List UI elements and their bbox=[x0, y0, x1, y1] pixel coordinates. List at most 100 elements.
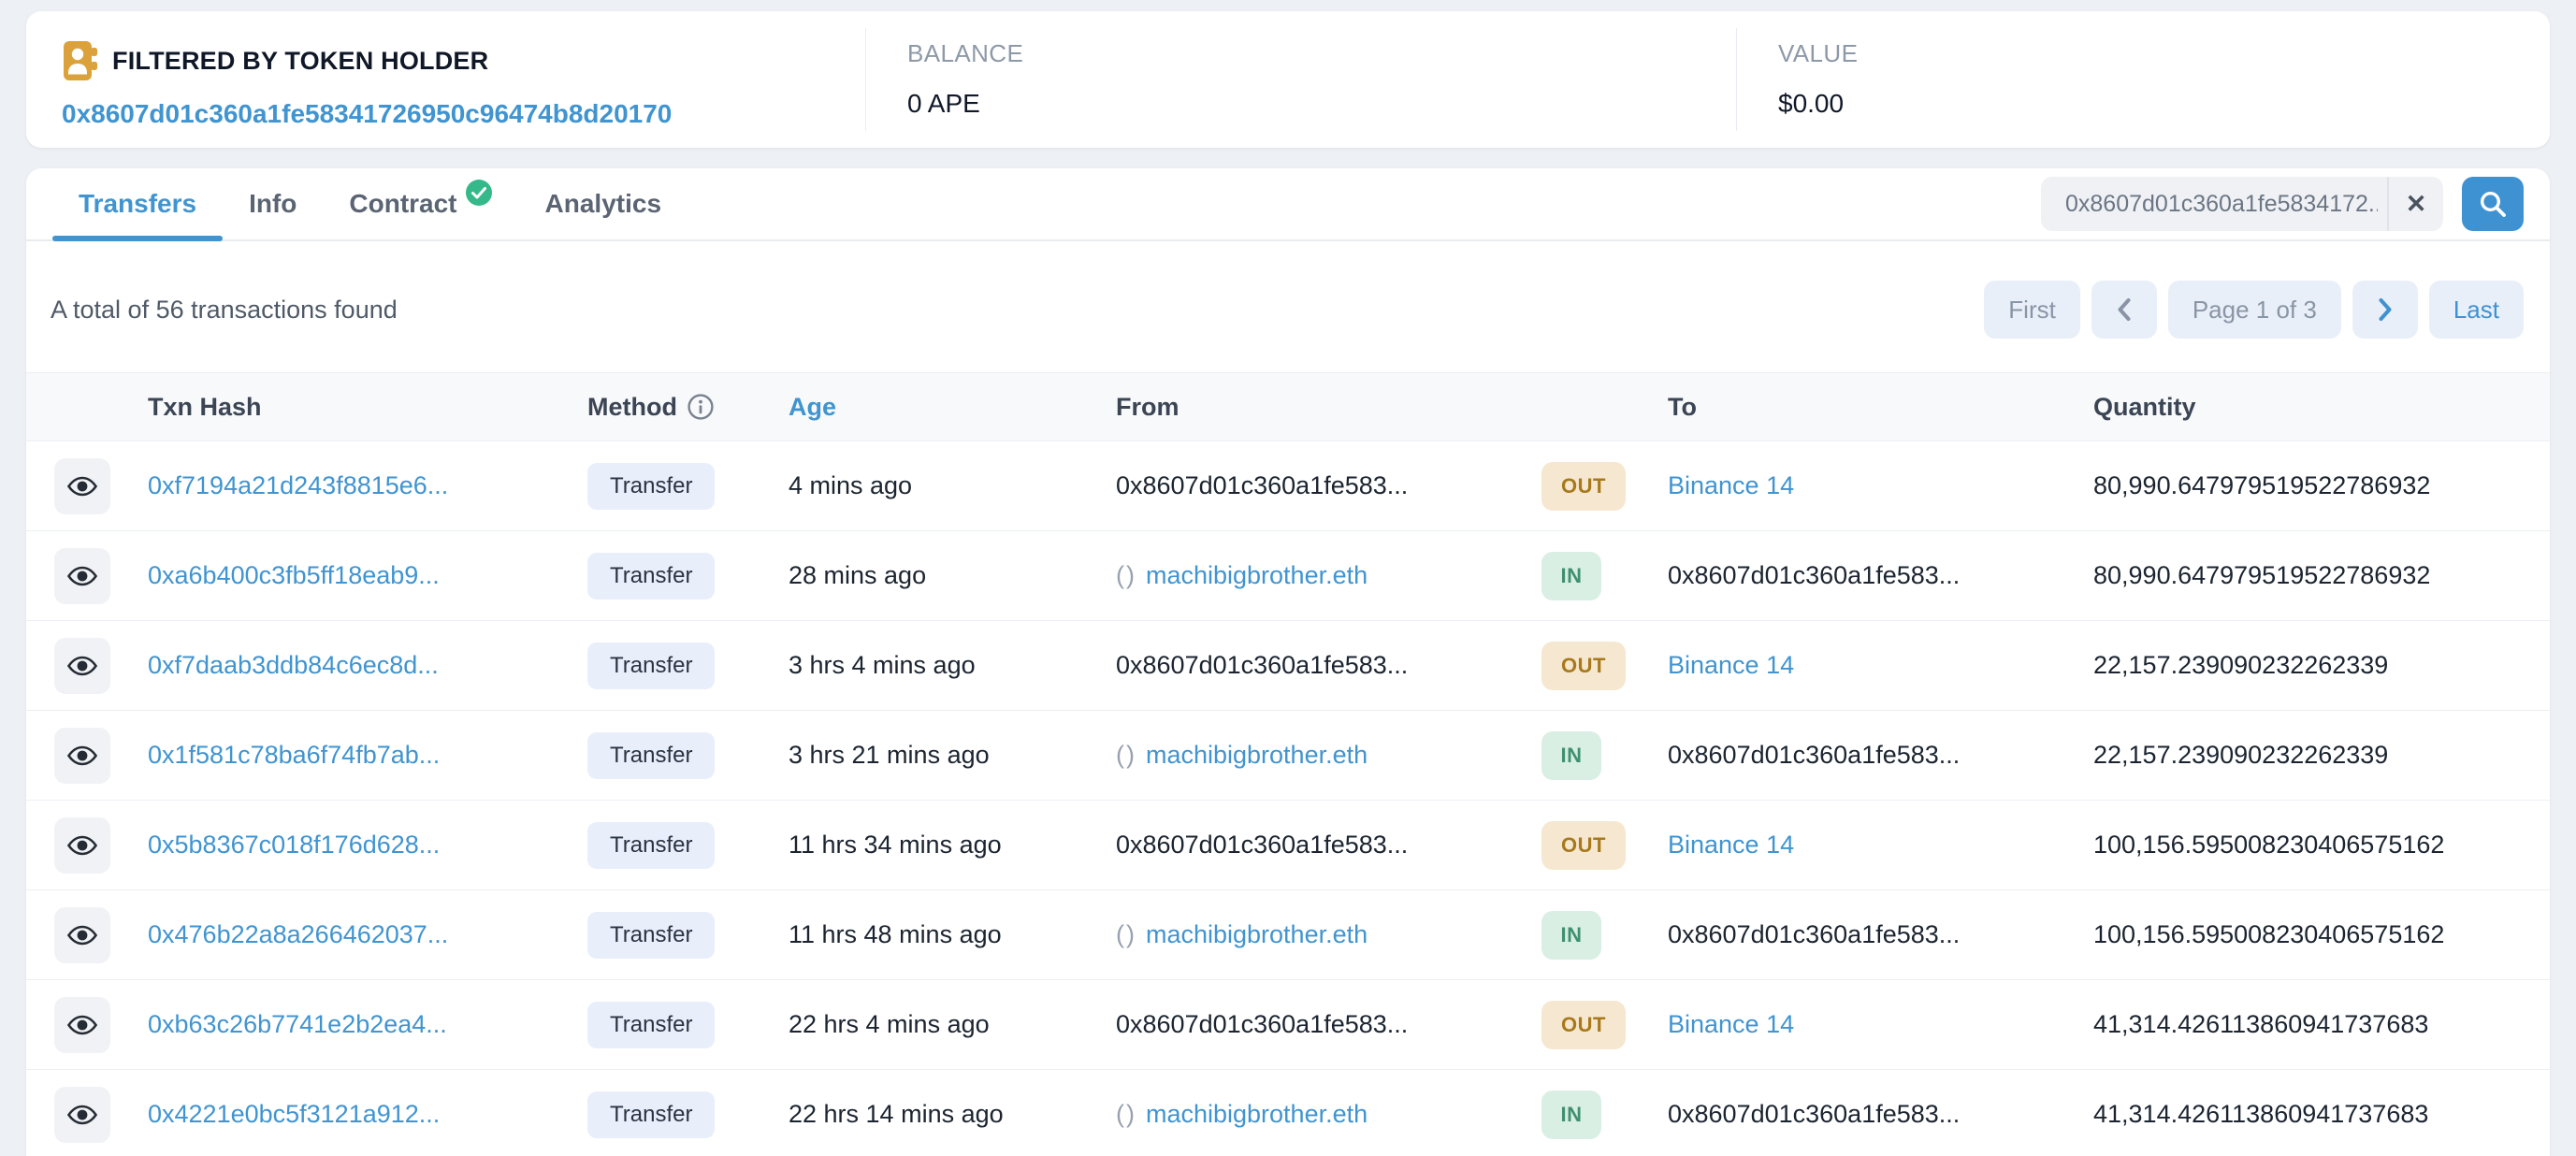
tab-info-label: Info bbox=[249, 189, 297, 219]
txn-hash-link[interactable]: 0xf7194a21d243f8815e6... bbox=[148, 471, 448, 499]
preview-transaction-button[interactable] bbox=[54, 997, 110, 1053]
age-cell: 22 hrs 4 mins ago bbox=[789, 1010, 1116, 1039]
balance-label: BALANCE bbox=[907, 39, 1736, 68]
preview-transaction-button[interactable] bbox=[54, 1087, 110, 1143]
to-address: 0x8607d01c360a1fe583... bbox=[1668, 561, 1960, 589]
preview-transaction-button[interactable] bbox=[54, 458, 110, 514]
txn-hash-link[interactable]: 0x4221e0bc5f3121a912... bbox=[148, 1100, 440, 1128]
txn-hash-link[interactable]: 0xf7daab3ddb84c6ec8d... bbox=[148, 651, 439, 679]
pagination-first-button: First bbox=[1984, 281, 2080, 339]
ens-icon: () bbox=[1116, 920, 1136, 949]
transfers-table: Txn Hash Method Age From To Quantity bbox=[26, 372, 2550, 1156]
preview-transaction-button[interactable] bbox=[54, 548, 110, 604]
token-holder-icon bbox=[62, 39, 99, 82]
filter-search-group: ✕ bbox=[2041, 177, 2524, 231]
age-sort-link[interactable]: Age bbox=[789, 393, 1116, 422]
direction-badge: OUT bbox=[1541, 821, 1626, 870]
from-address-link[interactable]: machibigbrother.eth bbox=[1146, 561, 1368, 590]
ens-icon: () bbox=[1116, 561, 1136, 590]
direction-badge: IN bbox=[1541, 731, 1601, 780]
age-cell: 4 mins ago bbox=[789, 471, 1116, 500]
eye-icon bbox=[67, 475, 97, 498]
txn-hash-link[interactable]: 0x5b8367c018f176d628... bbox=[148, 831, 440, 859]
chevron-right-icon bbox=[2375, 296, 2395, 324]
to-address: 0x8607d01c360a1fe583... bbox=[1668, 1100, 1960, 1128]
transactions-count: A total of 56 transactions found bbox=[51, 296, 398, 325]
preview-transaction-button[interactable] bbox=[54, 817, 110, 874]
txn-hash-header: Txn Hash bbox=[148, 393, 587, 422]
search-icon bbox=[2478, 189, 2508, 219]
direction-badge: IN bbox=[1541, 552, 1601, 600]
quantity-header: Quantity bbox=[2093, 393, 2524, 422]
pagination-status: Page 1 of 3 bbox=[2168, 281, 2341, 339]
filter-search-input[interactable] bbox=[2041, 191, 2387, 218]
age-cell: 3 hrs 4 mins ago bbox=[789, 651, 1116, 680]
filter-search-box: ✕ bbox=[2041, 177, 2443, 231]
token-holder-address-link[interactable]: 0x8607d01c360a1fe58341726950c96474b8d201… bbox=[62, 99, 672, 129]
tabs: Transfers Info Contract Analytics bbox=[52, 168, 687, 239]
tab-transfers-label: Transfers bbox=[79, 189, 196, 219]
preview-transaction-button[interactable] bbox=[54, 728, 110, 784]
ens-icon: () bbox=[1116, 1100, 1136, 1129]
method-badge: Transfer bbox=[587, 463, 715, 510]
preview-transaction-button[interactable] bbox=[54, 907, 110, 963]
direction-badge: OUT bbox=[1541, 1001, 1626, 1049]
value-amount: $0.00 bbox=[1778, 89, 2550, 119]
quantity-cell: 100,156.595008230406575162 bbox=[2093, 920, 2524, 949]
tab-analytics[interactable]: Analytics bbox=[519, 168, 688, 239]
filter-summary-card: FILTERED BY TOKEN HOLDER 0x8607d01c360a1… bbox=[26, 11, 2550, 148]
direction-badge: OUT bbox=[1541, 462, 1626, 511]
eye-icon bbox=[67, 1104, 97, 1126]
from-address-link[interactable]: machibigbrother.eth bbox=[1146, 920, 1368, 949]
search-button[interactable] bbox=[2462, 177, 2524, 231]
tab-contract-label: Contract bbox=[349, 189, 456, 219]
method-badge: Transfer bbox=[587, 822, 715, 869]
from-address: 0x8607d01c360a1fe583... bbox=[1116, 471, 1408, 499]
txn-hash-link[interactable]: 0x1f581c78ba6f74fb7ab... bbox=[148, 741, 440, 769]
quantity-cell: 41,314.426113860941737683 bbox=[2093, 1100, 2524, 1129]
to-address-link[interactable]: Binance 14 bbox=[1668, 471, 1794, 499]
from-header: From bbox=[1116, 393, 1541, 422]
info-icon[interactable] bbox=[687, 393, 715, 421]
to-address: 0x8607d01c360a1fe583... bbox=[1668, 920, 1960, 948]
quantity-cell: 100,156.595008230406575162 bbox=[2093, 831, 2524, 860]
txn-hash-link[interactable]: 0xa6b400c3fb5ff18eab9... bbox=[148, 561, 440, 589]
balance-section: BALANCE 0 APE bbox=[866, 11, 1736, 148]
clear-filter-button[interactable]: ✕ bbox=[2389, 177, 2443, 231]
age-cell: 22 hrs 14 mins ago bbox=[789, 1100, 1116, 1129]
value-section: VALUE $0.00 bbox=[1737, 11, 2550, 148]
pagination-last-button[interactable]: Last bbox=[2429, 281, 2524, 339]
age-cell: 11 hrs 48 mins ago bbox=[789, 920, 1116, 949]
quantity-cell: 22,157.239090232262339 bbox=[2093, 651, 2524, 680]
eye-icon bbox=[67, 744, 97, 767]
tab-contract[interactable]: Contract bbox=[323, 168, 518, 239]
table-row: 0x1f581c78ba6f74fb7ab... Transfer 3 hrs … bbox=[26, 711, 2550, 801]
to-address-link[interactable]: Binance 14 bbox=[1668, 831, 1794, 859]
tab-info[interactable]: Info bbox=[223, 168, 323, 239]
table-header-row: Txn Hash Method Age From To Quantity bbox=[26, 372, 2550, 441]
tab-transfers[interactable]: Transfers bbox=[52, 168, 223, 239]
from-address-link[interactable]: machibigbrother.eth bbox=[1146, 741, 1368, 770]
txn-hash-link[interactable]: 0x476b22a8a266462037... bbox=[148, 920, 448, 948]
table-row: 0xb63c26b7741e2b2ea4... Transfer 22 hrs … bbox=[26, 980, 2550, 1070]
from-address-link[interactable]: machibigbrother.eth bbox=[1146, 1100, 1368, 1129]
to-address: 0x8607d01c360a1fe583... bbox=[1668, 741, 1960, 769]
age-cell: 11 hrs 34 mins ago bbox=[789, 831, 1116, 860]
list-header: A total of 56 transactions found First P… bbox=[26, 241, 2550, 372]
chevron-left-icon bbox=[2114, 296, 2135, 324]
age-cell: 3 hrs 21 mins ago bbox=[789, 741, 1116, 770]
table-row: 0x476b22a8a266462037... Transfer 11 hrs … bbox=[26, 890, 2550, 980]
method-badge: Transfer bbox=[587, 1002, 715, 1048]
txn-hash-link[interactable]: 0xb63c26b7741e2b2ea4... bbox=[148, 1010, 447, 1038]
method-badge: Transfer bbox=[587, 553, 715, 600]
eye-icon bbox=[67, 924, 97, 946]
quantity-cell: 22,157.239090232262339 bbox=[2093, 741, 2524, 770]
close-icon: ✕ bbox=[2406, 190, 2427, 218]
from-address: 0x8607d01c360a1fe583... bbox=[1116, 651, 1408, 679]
preview-transaction-button[interactable] bbox=[54, 638, 110, 694]
to-address-link[interactable]: Binance 14 bbox=[1668, 651, 1794, 679]
pagination-next-button[interactable] bbox=[2352, 281, 2418, 339]
age-cell: 28 mins ago bbox=[789, 561, 1116, 590]
method-badge: Transfer bbox=[587, 643, 715, 689]
to-address-link[interactable]: Binance 14 bbox=[1668, 1010, 1794, 1038]
